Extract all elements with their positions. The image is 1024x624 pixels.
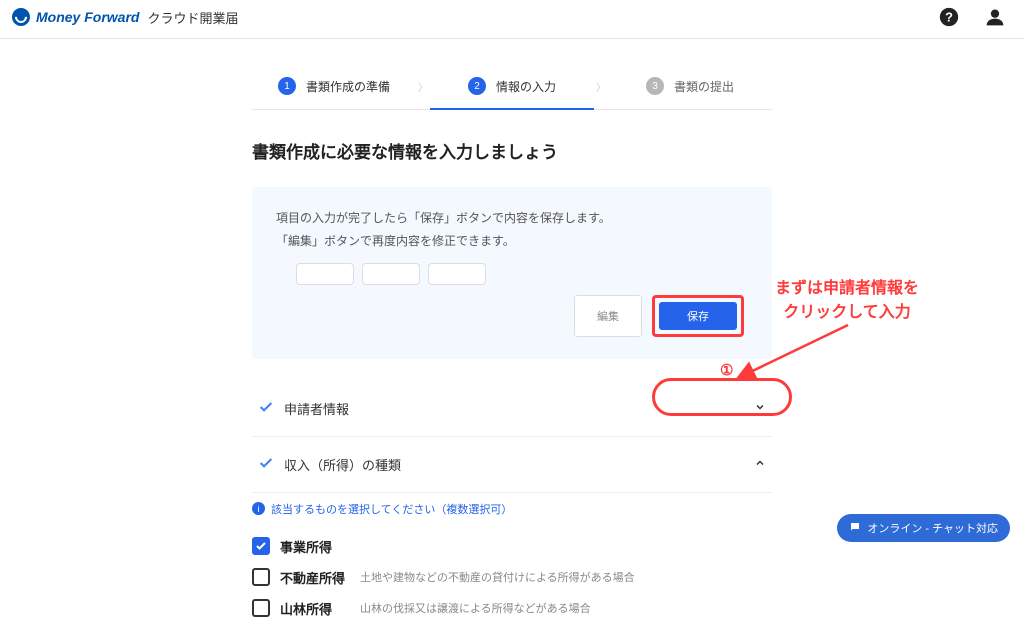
income-forest-desc: 山林の伐採又は譲渡による所得などがある場合 xyxy=(360,600,591,616)
info-text-1: 項目の入力が完了したら「保存」ボタンで内容を保存します。 xyxy=(276,207,748,230)
step-3-label: 書類の提出 xyxy=(674,78,734,95)
info-icon: i xyxy=(252,502,265,515)
chevron-right-icon: 〉 xyxy=(594,79,608,98)
edit-button[interactable]: 編集 xyxy=(574,295,642,337)
input-box-1[interactable] xyxy=(296,263,354,285)
card-actions: 編集 保存 xyxy=(276,295,748,337)
check-icon xyxy=(258,455,274,474)
income-option-realestate[interactable]: 不動産所得 土地や建物などの不動産の貸付けによる所得がある場合 xyxy=(252,562,772,593)
income-option-business[interactable]: 事業所得 xyxy=(252,531,772,562)
brand-product: クラウド開業届 xyxy=(147,8,238,27)
step-3: 3 書類の提出 xyxy=(608,67,772,109)
accordion-income-header[interactable]: 収入（所得）の種類 xyxy=(252,437,772,492)
input-box-3[interactable] xyxy=(428,263,486,285)
accordion-applicant: 申請者情報 xyxy=(252,381,772,437)
accordion-applicant-label: 申請者情報 xyxy=(284,399,349,418)
income-business-label: 事業所得 xyxy=(280,537,350,556)
chat-support-button[interactable]: オンライン - チャット対応 xyxy=(837,514,1010,542)
info-text-2: 「編集」ボタンで再度内容を修正できます。 xyxy=(276,230,748,253)
step-3-num: 3 xyxy=(646,77,664,95)
income-hint: i 該当するものを選択してください（複数選択可） xyxy=(252,493,772,531)
chevron-down-icon xyxy=(754,401,766,416)
checkbox-checked-icon[interactable] xyxy=(252,537,270,555)
chat-label: オンライン - チャット対応 xyxy=(867,520,998,536)
accordion-income: 収入（所得）の種類 xyxy=(252,437,772,493)
header-actions: ? xyxy=(938,6,1006,28)
main-content: 1 書類作成の準備 〉 2 情報の入力 〉 3 書類の提出 書類作成に必要な情報… xyxy=(252,39,772,624)
accordion-section: 申請者情報 収入（所得）の種類 i xyxy=(252,381,772,624)
step-1[interactable]: 1 書類作成の準備 xyxy=(252,67,416,109)
annotation-arrow-icon xyxy=(720,321,865,383)
income-realestate-label: 不動産所得 xyxy=(280,568,350,587)
income-option-forest[interactable]: 山林所得 山林の伐採又は譲渡による所得などがある場合 xyxy=(252,593,772,624)
step-2-num: 2 xyxy=(468,77,486,95)
chat-icon xyxy=(849,521,861,536)
chevron-up-icon xyxy=(754,457,766,472)
page-title: 書類作成に必要な情報を入力しましょう xyxy=(252,138,772,163)
stepper: 1 書類作成の準備 〉 2 情報の入力 〉 3 書類の提出 xyxy=(252,67,772,110)
field-row xyxy=(276,263,748,285)
step-2-label: 情報の入力 xyxy=(496,78,556,95)
checkbox-unchecked-icon[interactable] xyxy=(252,568,270,586)
step-1-num: 1 xyxy=(278,77,296,95)
info-card: 項目の入力が完了したら「保存」ボタンで内容を保存します。 「編集」ボタンで再度内… xyxy=(252,187,772,359)
brand-logo-icon xyxy=(12,8,30,26)
accordion-income-label: 収入（所得）の種類 xyxy=(284,455,401,474)
step-2[interactable]: 2 情報の入力 xyxy=(430,67,594,109)
income-forest-label: 山林所得 xyxy=(280,599,350,618)
check-icon xyxy=(258,399,274,418)
help-icon[interactable]: ? xyxy=(938,6,960,28)
user-icon[interactable] xyxy=(984,6,1006,28)
brand: Money Forward クラウド開業届 xyxy=(12,8,238,27)
checkbox-unchecked-icon[interactable] xyxy=(252,599,270,617)
accordion-applicant-header[interactable]: 申請者情報 xyxy=(252,381,772,436)
app-header: Money Forward クラウド開業届 ? xyxy=(0,0,1024,39)
input-box-2[interactable] xyxy=(362,263,420,285)
annotation-text: まずは申請者情報を クリックして入力 xyxy=(775,277,919,325)
brand-name: Money Forward xyxy=(36,9,139,25)
income-hint-text: 該当するものを選択してください（複数選択可） xyxy=(271,501,512,517)
chevron-right-icon: 〉 xyxy=(416,79,430,98)
step-1-label: 書類作成の準備 xyxy=(306,78,390,95)
svg-text:?: ? xyxy=(945,10,953,25)
annotation-text-l1: まずは申請者情報を xyxy=(775,277,919,301)
income-realestate-desc: 土地や建物などの不動産の貸付けによる所得がある場合 xyxy=(360,569,635,585)
